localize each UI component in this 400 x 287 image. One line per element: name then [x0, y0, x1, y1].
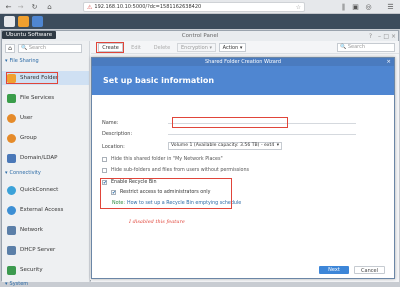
location-select[interactable]: Volume 1 (Available capacity: 3.56 TB) -…	[168, 142, 282, 150]
dsm-taskbar	[0, 14, 400, 29]
action-label: Action	[222, 45, 239, 51]
reload-icon[interactable]: ↻	[30, 2, 39, 11]
sidebar-item-label: Network	[20, 227, 43, 233]
hide-network-places-label: Hide this shared folder in "My Network P…	[111, 157, 223, 162]
sidebar-item-user[interactable]: User	[2, 111, 89, 125]
extension-icon[interactable]: ◎	[364, 2, 373, 11]
highlight-box	[172, 117, 288, 128]
sidebar-item-label: Domain/LDAP	[20, 155, 58, 161]
sidebar-item-label: QuickConnect	[20, 187, 59, 193]
chevron-down-icon: ▾	[5, 170, 8, 176]
url-bar[interactable]: ⚠ 192.168.10.10:5000/?dc=1581162638420 ☆	[83, 2, 305, 12]
description-field[interactable]	[168, 129, 356, 135]
browser-toolbar: ← → ↻ ⌂ ⚠ 192.168.10.10:5000/?dc=1581162…	[0, 0, 400, 14]
sidebar-item-security[interactable]: Security	[2, 263, 89, 277]
section-file-sharing-label: File Sharing	[9, 58, 39, 64]
sidebar-item-label: Group	[20, 135, 37, 141]
url-text: 192.168.10.10:5000/?dc=1581162638420	[94, 4, 202, 10]
wizard-title: Shared Folder Creation Wizard	[204, 59, 282, 65]
description-label: Description:	[102, 131, 133, 137]
chevron-down-icon: ▾	[5, 281, 8, 287]
edit-button[interactable]: Edit	[127, 43, 145, 52]
window-title-bar: Control Panel ? – □ ×	[2, 31, 398, 41]
window-title: Control Panel	[181, 33, 219, 39]
dhcp-icon	[7, 245, 16, 255]
wizard-title-bar: Shared Folder Creation Wizard ×	[92, 58, 394, 66]
control-panel-icon[interactable]	[32, 16, 43, 27]
library-icon[interactable]: ∥	[339, 2, 348, 11]
sidebar-item-network[interactable]: Network	[2, 223, 89, 237]
wizard-header: Set up basic information	[92, 66, 394, 95]
sidebar-icon[interactable]: ▣	[351, 2, 360, 11]
encryption-button[interactable]: Encryption ▾	[177, 43, 216, 52]
section-system-label: System	[9, 281, 29, 287]
action-button[interactable]: Action ▾	[219, 43, 246, 52]
location-label: Location:	[102, 144, 125, 150]
caret-down-icon: ▾	[239, 45, 243, 51]
encryption-label: Encryption	[181, 45, 208, 51]
sidebar-item-label: User	[20, 115, 33, 121]
globe-icon	[7, 205, 16, 215]
wizard-body: Name: Description: Location: Volume 1 (A…	[92, 95, 394, 280]
network-icon	[7, 225, 16, 235]
user-icon	[7, 113, 16, 123]
sidebar-item-label: Security	[20, 267, 43, 273]
section-connectivity-label: Connectivity	[9, 170, 41, 176]
file-services-icon	[7, 93, 16, 103]
shared-folder-wizard: Shared Folder Creation Wizard × Set up b…	[91, 57, 395, 279]
main-menu-icon[interactable]	[4, 16, 15, 27]
sidebar-item-external-access[interactable]: External Access	[2, 203, 89, 217]
home-icon[interactable]: ⌂	[45, 2, 54, 11]
close-icon[interactable]: ×	[386, 58, 391, 66]
cancel-button[interactable]: Cancel	[354, 266, 385, 274]
sidebar-item-label: DHCP Server	[20, 247, 56, 253]
hide-subfolders-checkbox[interactable]	[102, 168, 107, 173]
next-button[interactable]: Next	[319, 266, 349, 274]
chevron-down-icon: ▾	[5, 58, 8, 64]
sidebar-item-dhcp-server[interactable]: DHCP Server	[2, 243, 89, 257]
caret-down-icon: ▾	[209, 45, 212, 51]
highlight-box	[6, 72, 58, 84]
sidebar-item-domain-ldap[interactable]: Domain/LDAP	[2, 151, 89, 165]
forward-icon[interactable]: →	[16, 2, 25, 11]
annotation-note: I disabled this feature	[129, 219, 185, 225]
sidebar-item-label: File Services	[20, 95, 55, 101]
star-icon[interactable]: ☆	[296, 4, 301, 11]
lock-icon: ⚠	[87, 3, 93, 11]
sidebar-item-quickconnect[interactable]: QuickConnect	[2, 183, 89, 197]
menu-icon[interactable]: ☰	[386, 2, 395, 11]
hide-subfolders-label: Hide sub-folders and files from users wi…	[111, 168, 250, 173]
sidebar-item-file-services[interactable]: File Services	[2, 91, 89, 105]
quickconnect-icon	[7, 185, 16, 195]
sidebar: ⌂ 🔍 Search ▾ File Sharing Shared Folder F…	[2, 41, 90, 287]
hide-subfolders-row[interactable]: Hide sub-folders and files from users wi…	[102, 168, 249, 173]
toolbar: Create Edit Delete Encryption ▾ Action ▾…	[91, 41, 399, 54]
sidebar-item-label: External Access	[20, 207, 64, 213]
sidebar-search-input[interactable]: 🔍 Search	[18, 44, 82, 53]
sidebar-item-group[interactable]: Group	[2, 131, 89, 145]
section-file-sharing[interactable]: ▾ File Sharing	[5, 58, 39, 64]
toolbar-search-placeholder: Search	[347, 44, 366, 50]
highlight-box	[96, 42, 124, 53]
section-connectivity[interactable]: ▾ Connectivity	[5, 170, 41, 176]
sidebar-search-placeholder: Search	[28, 45, 47, 51]
highlight-box	[100, 178, 232, 209]
section-system[interactable]: ▾ System	[5, 281, 28, 287]
delete-button[interactable]: Delete	[151, 43, 173, 52]
domain-icon	[7, 153, 16, 163]
package-center-icon[interactable]	[18, 16, 29, 27]
app-tooltip: Ubuntu Software	[2, 31, 57, 39]
home-button[interactable]: ⌂	[5, 44, 15, 53]
hide-network-places-checkbox[interactable]	[102, 157, 107, 162]
shield-icon	[7, 265, 16, 275]
group-icon	[7, 133, 16, 143]
toolbar-search-input[interactable]: 🔍 Search	[337, 43, 395, 52]
name-label: Name:	[102, 120, 119, 126]
hide-network-places-row[interactable]: Hide this shared folder in "My Network P…	[102, 157, 223, 162]
location-value: Volume 1 (Available capacity: 3.56 TB) -…	[171, 143, 275, 148]
back-icon[interactable]: ←	[4, 2, 13, 11]
caret-down-icon: ▾	[276, 143, 279, 148]
